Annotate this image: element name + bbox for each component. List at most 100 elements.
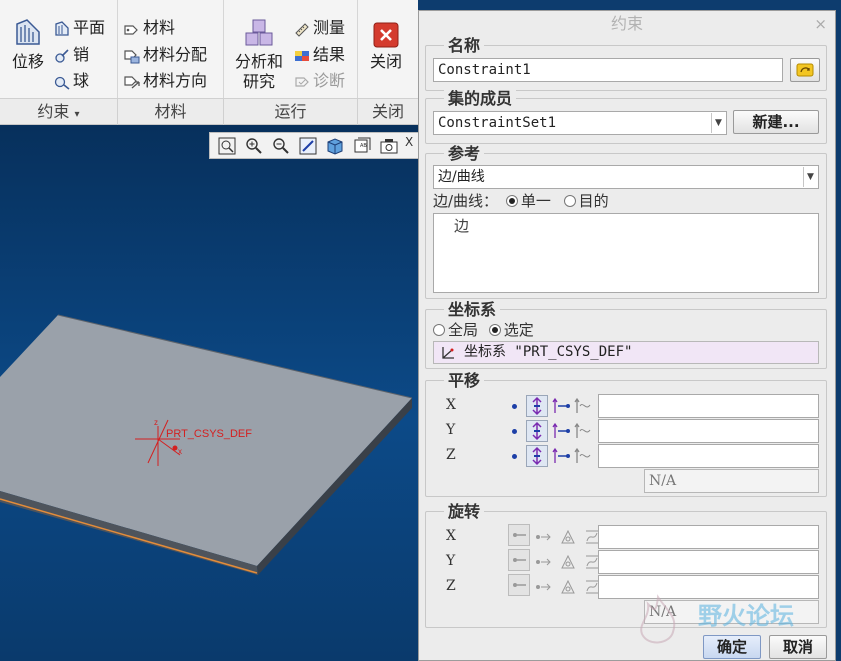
section-name-title: 名称 xyxy=(444,36,485,56)
dialog-title: 约束 xyxy=(610,14,643,33)
pin-button[interactable]: 销 xyxy=(54,44,89,66)
rotation-free-icon xyxy=(513,558,526,562)
section-rotation-title: 旋转 xyxy=(444,502,485,522)
translation-y-fixed-toggle[interactable] xyxy=(526,420,548,442)
section-translation: 平移 X Y Z N/A xyxy=(425,371,827,497)
name-input[interactable]: Constraint1 xyxy=(433,58,783,82)
group-label-constraints[interactable]: 约束 ▾ xyxy=(0,99,118,125)
diagnose-icon xyxy=(295,76,309,87)
new-set-button[interactable]: 新建... xyxy=(733,110,819,134)
translation-x-value-input[interactable] xyxy=(598,394,819,418)
repaint-icon[interactable] xyxy=(298,136,318,156)
results-icon xyxy=(295,50,309,61)
reference-collector-list[interactable]: 边 xyxy=(433,213,819,293)
translation-z-fixed-toggle[interactable] xyxy=(526,445,548,467)
displace-icon xyxy=(16,19,40,45)
translation-x-free-option[interactable] xyxy=(512,404,517,409)
zoom-in-icon[interactable] xyxy=(244,136,264,156)
diagnose-button[interactable]: 诊断 xyxy=(294,70,345,92)
section-csys: 坐标系 全局 选定 坐标系 "PRT_CSYS_DEF" xyxy=(425,300,827,369)
saved-views-icon[interactable]: AB xyxy=(352,136,372,156)
translation-x-prescribed-icon[interactable] xyxy=(552,397,572,415)
material-direction-icon xyxy=(124,75,140,88)
svg-text:AB: AB xyxy=(360,143,367,149)
section-set-members: 集的成员 ConstraintSet1 ▼ 新建... xyxy=(425,89,827,144)
ribbon-group-run: 分析和 研究 测量 结果 诊断 xyxy=(224,0,358,98)
translation-x-fixed-toggle[interactable] xyxy=(526,395,548,417)
snapshot-camera-icon[interactable] xyxy=(379,136,399,156)
rotation-z-prescribed-icon[interactable] xyxy=(558,578,578,596)
rotation-z-fixed-icon[interactable] xyxy=(534,578,554,596)
rotation-x-prescribed-icon[interactable] xyxy=(558,528,578,546)
model-plate-graphic[interactable]: PRT_CSYS_DEF z x xyxy=(0,125,418,661)
ribbon-group-close: 关闭 xyxy=(358,0,418,98)
zoom-out-icon[interactable] xyxy=(271,136,291,156)
constraint-dialog: 约束 × 名称 Constraint1 集的成员 ConstraintSet1 … xyxy=(418,10,836,661)
chevron-down-icon: ▼ xyxy=(803,167,817,187)
material-direction-button[interactable]: 材料方向 xyxy=(124,70,207,92)
rotation-x-value-input[interactable] xyxy=(598,525,819,549)
fixed-translation-icon xyxy=(532,446,542,466)
translation-z-prescribed-icon[interactable] xyxy=(552,447,572,465)
analysis-label-line1: 分析和 xyxy=(234,52,283,71)
watermark-flame-icon xyxy=(640,594,676,644)
translation-units-field: N/A xyxy=(644,469,819,493)
csys-collector-text: 坐标系 "PRT_CSYS_DEF" xyxy=(464,344,633,360)
translation-z-free-option[interactable] xyxy=(512,454,517,459)
translation-z-function-icon[interactable] xyxy=(574,447,594,465)
ribbon-group-material: 材料 材料分配 材料方向 xyxy=(118,0,224,98)
translation-y-prescribed-icon[interactable] xyxy=(552,422,572,440)
reference-list-item[interactable]: 边 xyxy=(454,216,469,236)
set-members-select[interactable]: ConstraintSet1 ▼ xyxy=(433,111,727,135)
results-button[interactable]: 结果 xyxy=(294,44,345,66)
rotation-x-fixed-icon[interactable] xyxy=(534,528,554,546)
ball-button[interactable]: 球 xyxy=(54,70,89,92)
yellow-swirl-icon xyxy=(796,63,814,77)
rotation-free-icon xyxy=(513,583,526,587)
analysis-study-icon xyxy=(245,19,273,46)
displace-button[interactable]: 位移 xyxy=(6,18,50,72)
close-ribbon-button[interactable]: 关闭 xyxy=(364,22,408,72)
rotation-z-free-toggle[interactable] xyxy=(508,574,530,596)
section-references: 参考 边/曲线 ▼ 边/曲线： 单一 目的 边 xyxy=(425,144,827,299)
display-style-icon[interactable] xyxy=(325,136,345,156)
csys-icon xyxy=(442,347,454,359)
translation-z-value-input[interactable] xyxy=(598,444,819,468)
rotation-y-fixed-icon[interactable] xyxy=(534,553,554,571)
plane-button[interactable]: 平面 xyxy=(54,17,105,39)
rotation-x-free-toggle[interactable] xyxy=(508,524,530,546)
section-name: 名称 Constraint1 xyxy=(425,36,827,91)
csys-collector[interactable]: 坐标系 "PRT_CSYS_DEF" xyxy=(433,341,819,364)
toolbar-overflow-icon[interactable]: X xyxy=(405,135,413,149)
graphics-viewport[interactable]: PRT_CSYS_DEF z x AB X xyxy=(0,125,418,661)
material-icon xyxy=(124,24,138,35)
radio-selected[interactable] xyxy=(488,324,501,336)
watermark-logo: 野火论坛 xyxy=(628,592,838,654)
radio-single[interactable] xyxy=(505,195,518,207)
translation-y-function-icon[interactable] xyxy=(574,422,594,440)
name-style-button[interactable] xyxy=(790,58,820,82)
dialog-close-icon[interactable]: × xyxy=(814,11,827,37)
ribbon-group-labels: 约束 ▾ 材料 运行 关闭 xyxy=(0,98,418,125)
translation-y-free-option[interactable] xyxy=(512,429,517,434)
measure-icon xyxy=(295,22,309,37)
csys-mode-row: 全局 选定 xyxy=(433,320,534,340)
refit-icon[interactable] xyxy=(217,136,237,156)
radio-global[interactable] xyxy=(433,324,445,336)
plane-constraint-icon xyxy=(55,20,69,36)
measure-button[interactable]: 测量 xyxy=(294,17,345,39)
radio-target[interactable] xyxy=(563,195,576,207)
displace-label: 位移 xyxy=(11,52,44,71)
reference-type-select[interactable]: 边/曲线 ▼ xyxy=(433,165,819,189)
section-csys-title: 坐标系 xyxy=(444,300,501,320)
translation-y-value-input[interactable] xyxy=(598,419,819,443)
translation-x-function-icon[interactable] xyxy=(574,397,594,415)
reference-mode-row: 边/曲线： 单一 目的 xyxy=(433,192,609,210)
material-assign-button[interactable]: 材料分配 xyxy=(124,44,207,66)
rotation-y-prescribed-icon[interactable] xyxy=(558,553,578,571)
material-button[interactable]: 材料 xyxy=(124,17,175,39)
analysis-study-button[interactable]: 分析和 研究 xyxy=(230,18,288,92)
rotation-y-free-toggle[interactable] xyxy=(508,549,530,571)
rotation-y-label: Y xyxy=(446,553,456,569)
rotation-y-value-input[interactable] xyxy=(598,550,819,574)
